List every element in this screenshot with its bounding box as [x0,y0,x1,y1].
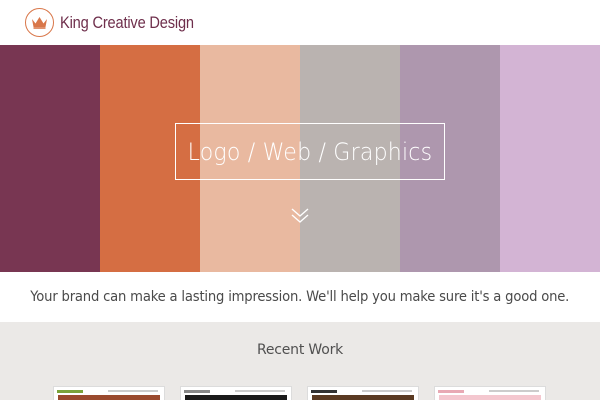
brand-logo-link[interactable]: King Creative Design [25,8,216,37]
thumbnail-logo [184,390,210,393]
crown-icon [25,8,54,37]
thumbnail-nav [362,390,412,392]
brand-name: King Creative Design [60,12,194,32]
thumbnail-image [58,395,160,400]
tagline-section: Your brand can make a lasting impression… [0,272,600,322]
chevron-double-down-icon[interactable] [290,207,310,225]
portfolio-thumbnail-3[interactable] [307,386,419,400]
color-stripe-1 [0,45,100,272]
recent-work-title: Recent Work [256,342,344,358]
thumbnail-nav [108,390,158,392]
thumbnail-logo [311,390,337,393]
thumbnail-logo [438,390,464,393]
portfolio-thumbnail-4[interactable] [434,386,546,400]
thumbnail-image [439,395,541,400]
hero-banner: Logo / Web / Graphics [0,45,600,272]
hero-services-button[interactable]: Logo / Web / Graphics [175,123,445,180]
color-stripe-6 [500,45,600,272]
recent-work-section: Recent Work [0,322,600,400]
thumbnail-nav [235,390,285,392]
thumbnail-nav [489,390,539,392]
portfolio-thumbnail-2[interactable] [180,386,292,400]
tagline-text: Your brand can make a lasting impression… [30,289,570,305]
hero-title: Logo / Web / Graphics [187,137,433,166]
thumbnail-image [185,395,287,400]
thumbnail-logo [57,390,83,393]
site-header: King Creative Design [0,0,600,45]
portfolio-thumbnail-1[interactable] [53,386,165,400]
thumbnail-image [312,395,414,400]
